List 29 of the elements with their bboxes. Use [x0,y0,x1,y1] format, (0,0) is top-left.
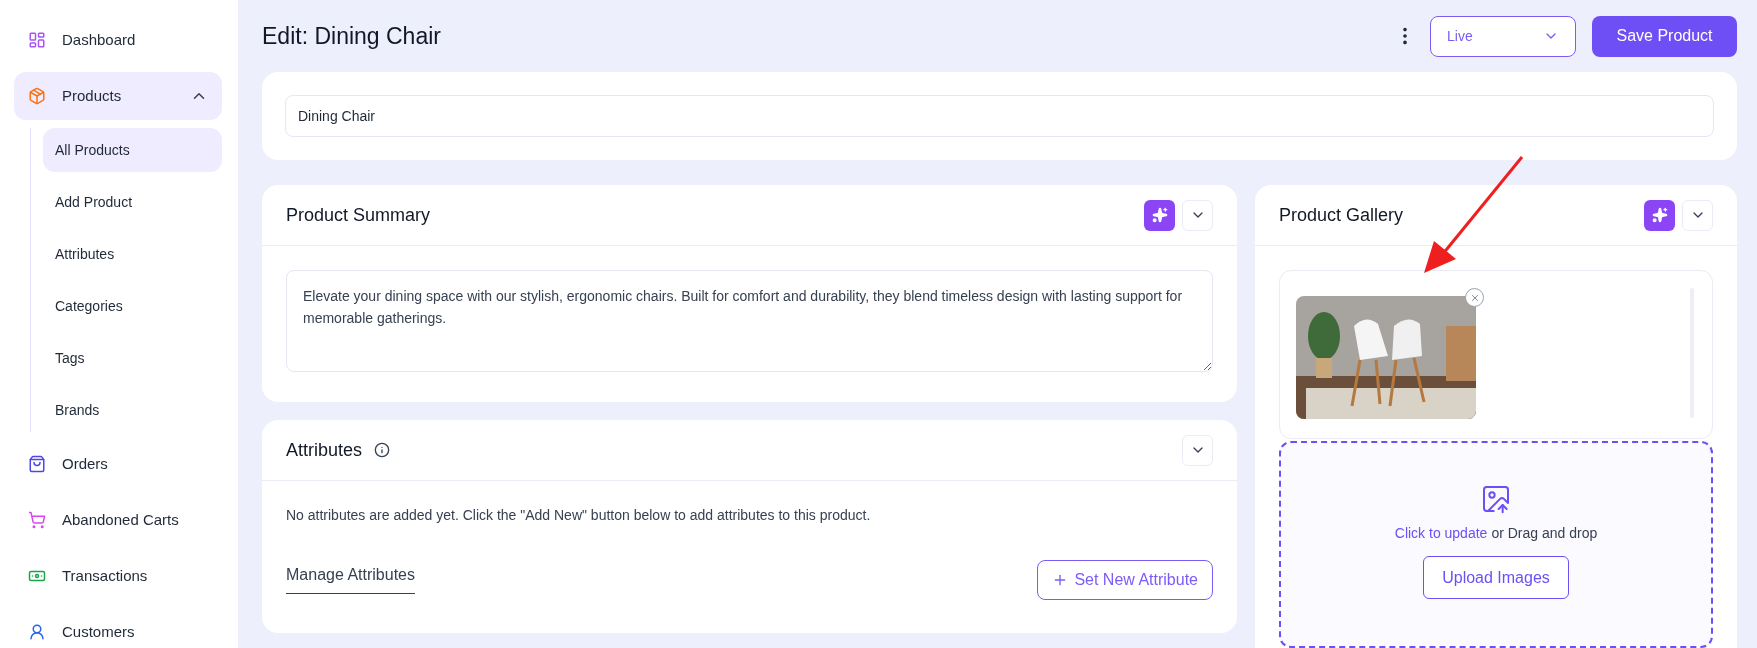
cart-icon [28,511,46,529]
bag-icon [28,455,46,473]
empty-message: No attributes are added yet. Click the "Add New" button below to add attributes to this product. [286,506,872,525]
user-icon [28,623,46,641]
upload-link[interactable]: Click to update [1394,523,1488,544]
dashboard-icon [28,31,46,49]
save-button[interactable]: Save Product [1592,15,1737,57]
status-select[interactable]: Live [1430,15,1576,57]
remove-button[interactable] [1465,288,1484,307]
panel-title: Product Summary [286,203,432,227]
sparkle-icon [1651,207,1668,223]
info-icon[interactable] [374,442,391,458]
sidebar-subitem[interactable]: All Products [43,128,222,172]
page-title: Edit: Dining Chair [262,21,442,51]
summary-field[interactable]: Elevate your dining space with our stylish, ergonomic chairs. Built for comfort and durability, they blend timeless design with lasting support for memorable gatherings. [286,270,1213,372]
panel-title: Attributes [286,438,363,462]
panel-title: Product Gallery [1279,203,1405,227]
product-name-field[interactable]: Dining Chair [285,95,1714,137]
set-attribute-button[interactable]: Set New Attribute [1037,560,1213,600]
ai-button[interactable] [1644,199,1675,231]
sparkle-icon [1151,207,1168,223]
drop-zone[interactable]: Click to update or Drag and drop Upload Images [1279,441,1713,648]
tab[interactable]: Manage Attributes [286,563,415,594]
upload-images-button[interactable]: Upload Images [1423,556,1569,599]
close-icon [1469,292,1480,303]
upload-hint: or Drag and drop [1491,524,1598,543]
ai-button[interactable] [1144,199,1175,231]
sidebar-item[interactable]: Products [14,72,222,120]
box-icon [28,87,46,105]
